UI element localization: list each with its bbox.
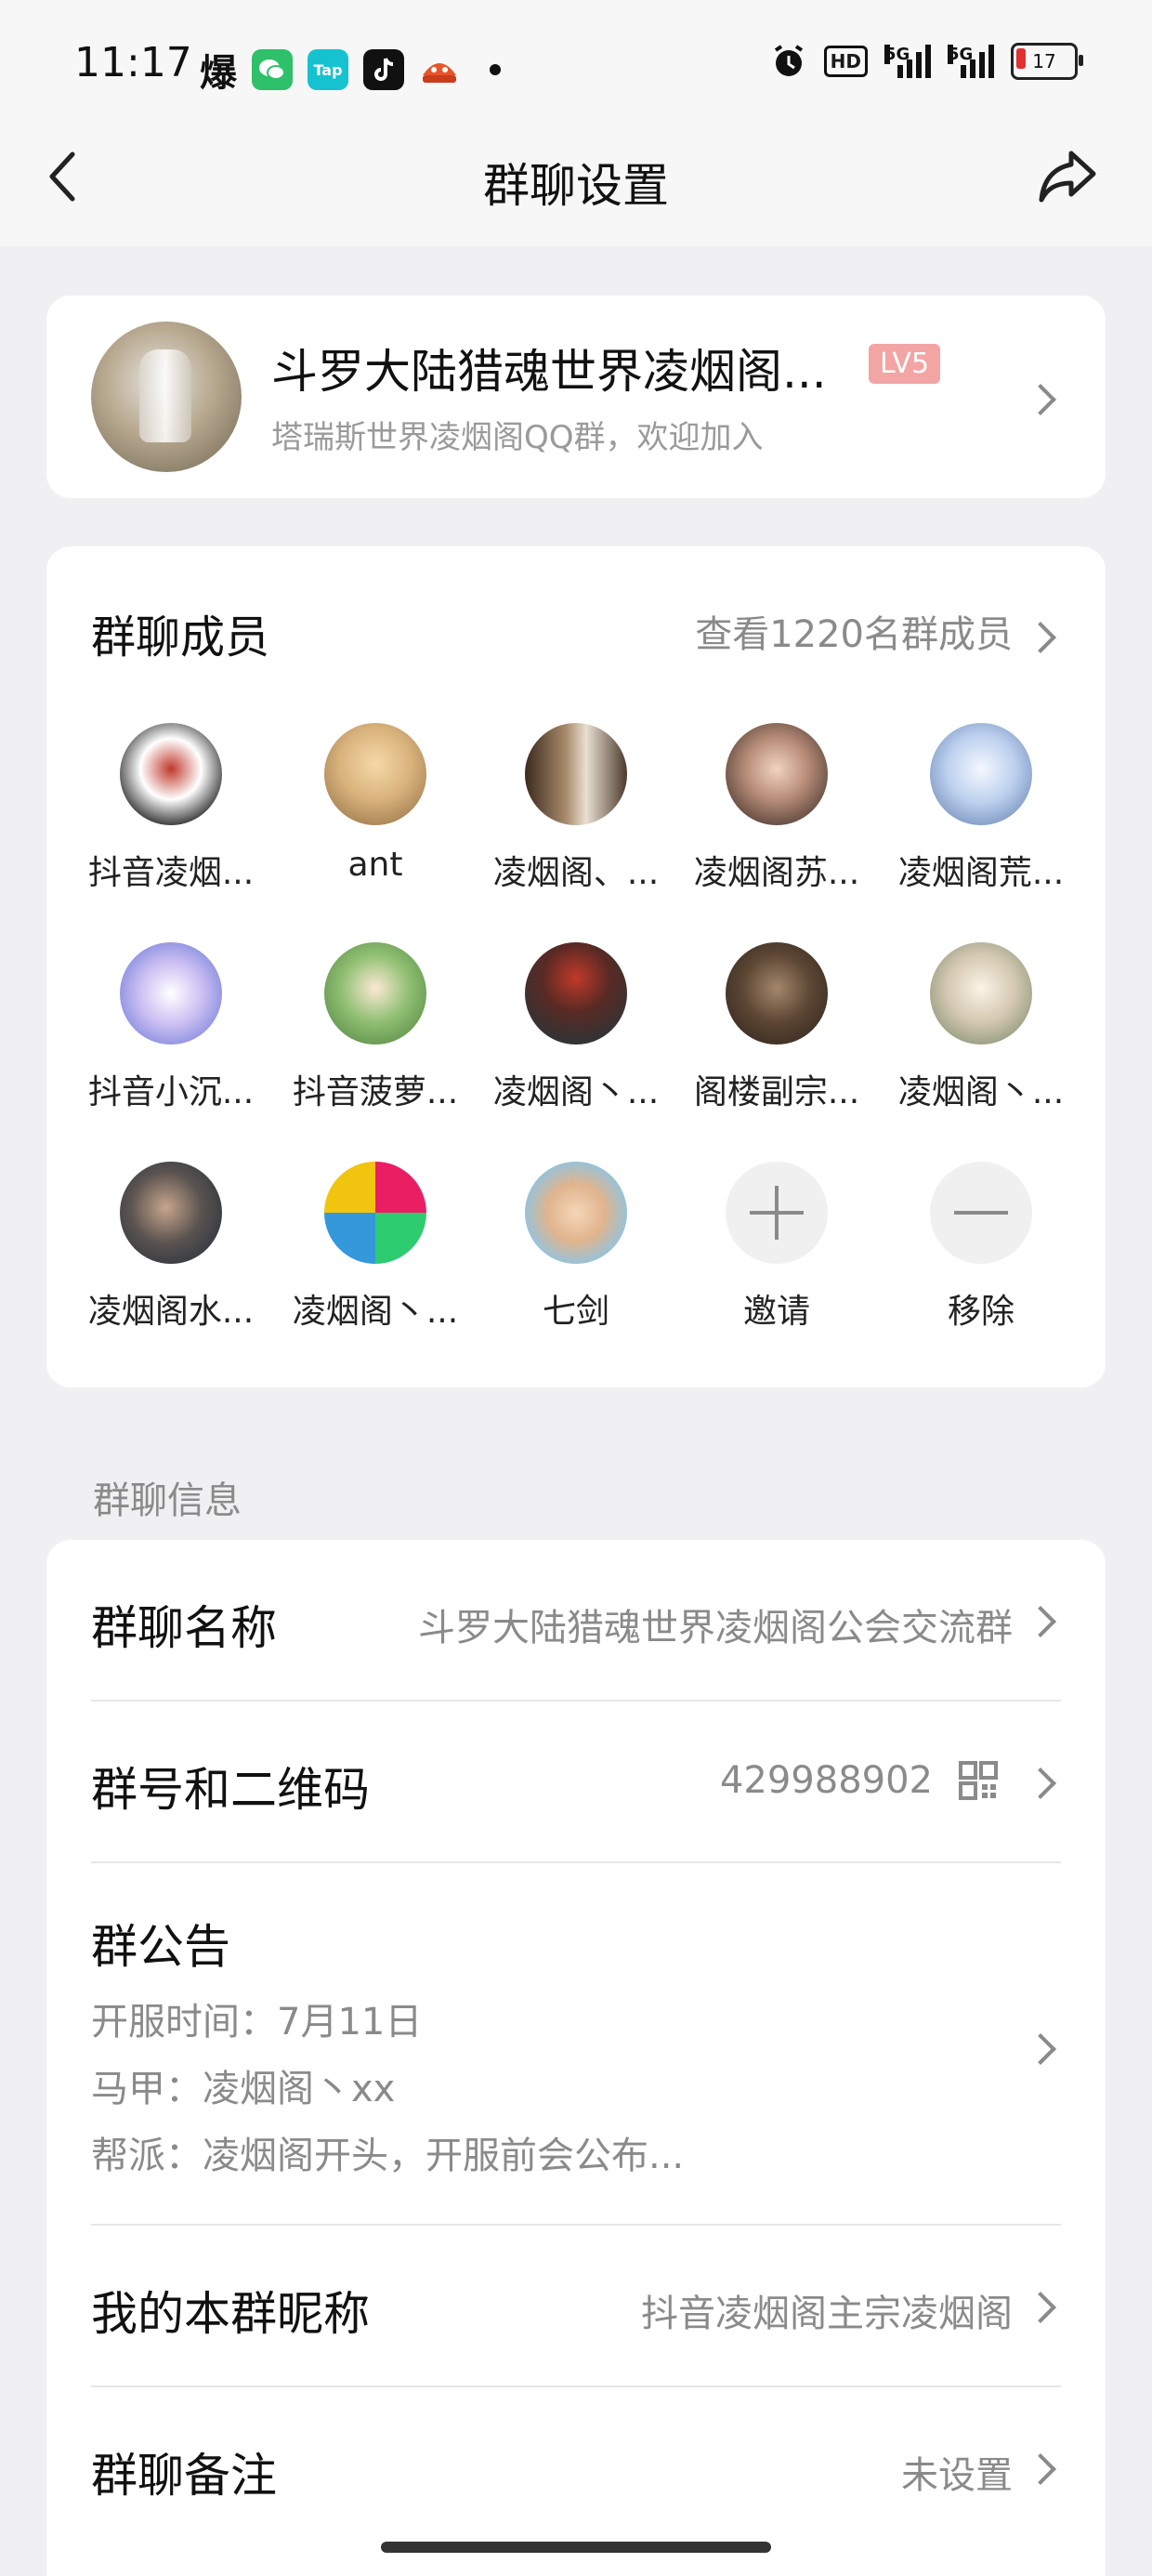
remove-label: 移除: [947, 1293, 1015, 1331]
page-title: 群聊设置: [483, 159, 669, 213]
status-notification-icons: 爆 Tap: [200, 43, 501, 97]
signal-5g-icon: 5G: [884, 45, 931, 78]
group-remark-label: 群聊备注: [91, 2449, 277, 2503]
taptap-icon: Tap: [308, 49, 348, 90]
group-description: 塔瑞斯世界凌烟阁QQ群，欢迎加入: [271, 419, 764, 456]
my-nickname-row[interactable]: 我的本群昵称 抖音凌烟阁主宗凌烟阁: [91, 2226, 1061, 2385]
group-name-value: 斗罗大陆猎魂世界凌烟阁公会交流群: [418, 1607, 1013, 1649]
member-name: 凌烟阁、...: [492, 854, 660, 892]
section-label-group-info: 群聊信息: [93, 1479, 242, 1522]
member-item[interactable]: 阁楼副宗...: [674, 942, 879, 1113]
member-item[interactable]: 凌烟阁丶...: [879, 942, 1083, 1113]
members-title: 群聊成员: [91, 611, 270, 664]
member-name: 七剑: [542, 1293, 609, 1331]
member-item[interactable]: 凌烟阁荒...: [879, 723, 1083, 894]
invite-button[interactable]: 邀请: [674, 1162, 879, 1333]
group-name-label: 群聊名称: [91, 1601, 277, 1655]
chevron-right-icon: [1025, 384, 1056, 415]
member-name: 阁楼副宗...: [693, 1073, 860, 1111]
member-avatar: [930, 942, 1032, 1045]
nav-bar: 群聊设置: [0, 139, 1152, 246]
share-icon[interactable]: [1036, 144, 1101, 209]
home-indicator[interactable]: [381, 2542, 771, 2553]
notice-line: 帮派：凌烟阁开头，开服前会公布...: [91, 2135, 685, 2177]
game-icon: [419, 49, 460, 90]
member-name: 凌烟阁丶...: [897, 1073, 1065, 1111]
group-profile-card[interactable]: 斗罗大陆猎魂世界凌烟阁... LV5 塔瑞斯世界凌烟阁QQ群，欢迎加入: [46, 296, 1106, 498]
notification-dot: [490, 64, 501, 75]
member-name: 抖音凌烟...: [87, 854, 255, 892]
member-avatar: [120, 723, 222, 825]
member-avatar: [525, 1162, 627, 1264]
group-number-value: 429988902: [719, 1759, 933, 1802]
view-all-members-link[interactable]: 查看1220名群成员: [695, 604, 1013, 658]
member-avatar: [525, 723, 627, 825]
member-avatar: [525, 942, 627, 1045]
status-time: 11:17: [74, 39, 192, 86]
notice-line: 马甲：凌烟阁丶xx: [91, 2068, 396, 2110]
group-name: 斗罗大陆猎魂世界凌烟阁...: [271, 345, 827, 399]
member-item[interactable]: 凌烟阁丶...: [474, 942, 678, 1113]
my-nickname-value: 抖音凌烟阁主宗凌烟阁: [641, 2293, 1013, 2335]
member-name: 凌烟阁丶...: [292, 1293, 459, 1331]
minus-icon: [930, 1162, 1032, 1264]
group-remark-row[interactable]: 群聊备注 未设置: [91, 2387, 1061, 2547]
member-item[interactable]: 凌烟阁丶...: [273, 1162, 478, 1333]
member-item[interactable]: 凌烟阁水...: [69, 1162, 273, 1333]
group-notice-row[interactable]: 群公告 开服时间：7月11日 马甲：凌烟阁丶xx 帮派：凌烟阁开头，开服前会公布…: [91, 1863, 1061, 2224]
member-avatar: [324, 1162, 426, 1264]
member-item[interactable]: 凌烟阁、...: [474, 723, 678, 894]
group-remark-value: 未设置: [901, 2454, 1013, 2497]
group-avatar: [91, 322, 242, 472]
chevron-right-icon[interactable]: [1025, 622, 1056, 653]
my-nickname-label: 我的本群昵称: [91, 2287, 370, 2341]
group-number-row[interactable]: 群号和二维码 429988902: [91, 1702, 1061, 1861]
qr-code-icon: [959, 1761, 998, 1800]
members-card: 群聊成员 查看1220名群成员 抖音凌烟... ant 凌烟阁、... 凌烟阁苏…: [46, 546, 1106, 1387]
invite-label: 邀请: [742, 1293, 810, 1331]
chevron-right-icon: [1025, 1606, 1056, 1637]
plus-icon: [726, 1162, 828, 1264]
level-badge: LV5: [869, 344, 941, 384]
status-system-icons: HD 5G 5G 17: [770, 43, 1083, 80]
member-name: 凌烟阁丶...: [492, 1073, 660, 1111]
chevron-right-icon: [1025, 2033, 1056, 2065]
alarm-icon: [774, 45, 803, 76]
wechat-icon: [252, 49, 293, 90]
member-item[interactable]: ant: [273, 723, 478, 884]
member-item[interactable]: 抖音菠萝...: [273, 942, 478, 1113]
member-avatar: [726, 723, 828, 825]
member-avatar: [324, 942, 426, 1045]
member-name: 凌烟阁水...: [87, 1293, 255, 1331]
group-name-row[interactable]: 群聊名称 斗罗大陆猎魂世界凌烟阁公会交流群: [91, 1540, 1061, 1700]
remove-button[interactable]: 移除: [879, 1162, 1083, 1333]
chevron-right-icon: [1025, 2453, 1056, 2485]
status-bar: 11:17 爆 Tap HD 5G 5G 17: [0, 0, 1152, 139]
group-notice-label: 群公告: [91, 1920, 230, 1974]
notice-line: 开服时间：7月11日: [91, 2001, 423, 2044]
member-avatar: [120, 942, 222, 1045]
hd-icon: HD: [823, 46, 868, 77]
member-item[interactable]: 凌烟阁苏...: [674, 723, 879, 894]
battery-icon: 17: [1011, 43, 1083, 80]
member-avatar: [120, 1162, 222, 1264]
tiktok-icon: [363, 49, 404, 90]
member-item[interactable]: 七剑: [474, 1162, 678, 1333]
member-item[interactable]: 抖音凌烟...: [69, 723, 273, 894]
member-avatar: [930, 723, 1032, 825]
group-info-card: 群聊名称 斗罗大陆猎魂世界凌烟阁公会交流群 群号和二维码 429988902 群…: [46, 1540, 1106, 2576]
member-item[interactable]: 抖音小沉...: [69, 942, 273, 1113]
signal-5g-icon: 5G: [948, 45, 994, 78]
chevron-right-icon: [1025, 2292, 1056, 2323]
group-number-label: 群号和二维码: [91, 1763, 370, 1817]
explode-glyph: 爆: [200, 52, 237, 95]
member-avatar: [324, 723, 426, 825]
member-name: 抖音菠萝...: [292, 1073, 459, 1111]
chevron-right-icon: [1025, 1768, 1056, 1799]
member-name: ant: [347, 846, 403, 884]
member-name: 抖音小沉...: [87, 1073, 255, 1111]
member-name: 凌烟阁苏...: [693, 854, 860, 892]
member-avatar: [726, 942, 828, 1045]
member-name: 凌烟阁荒...: [897, 854, 1065, 892]
